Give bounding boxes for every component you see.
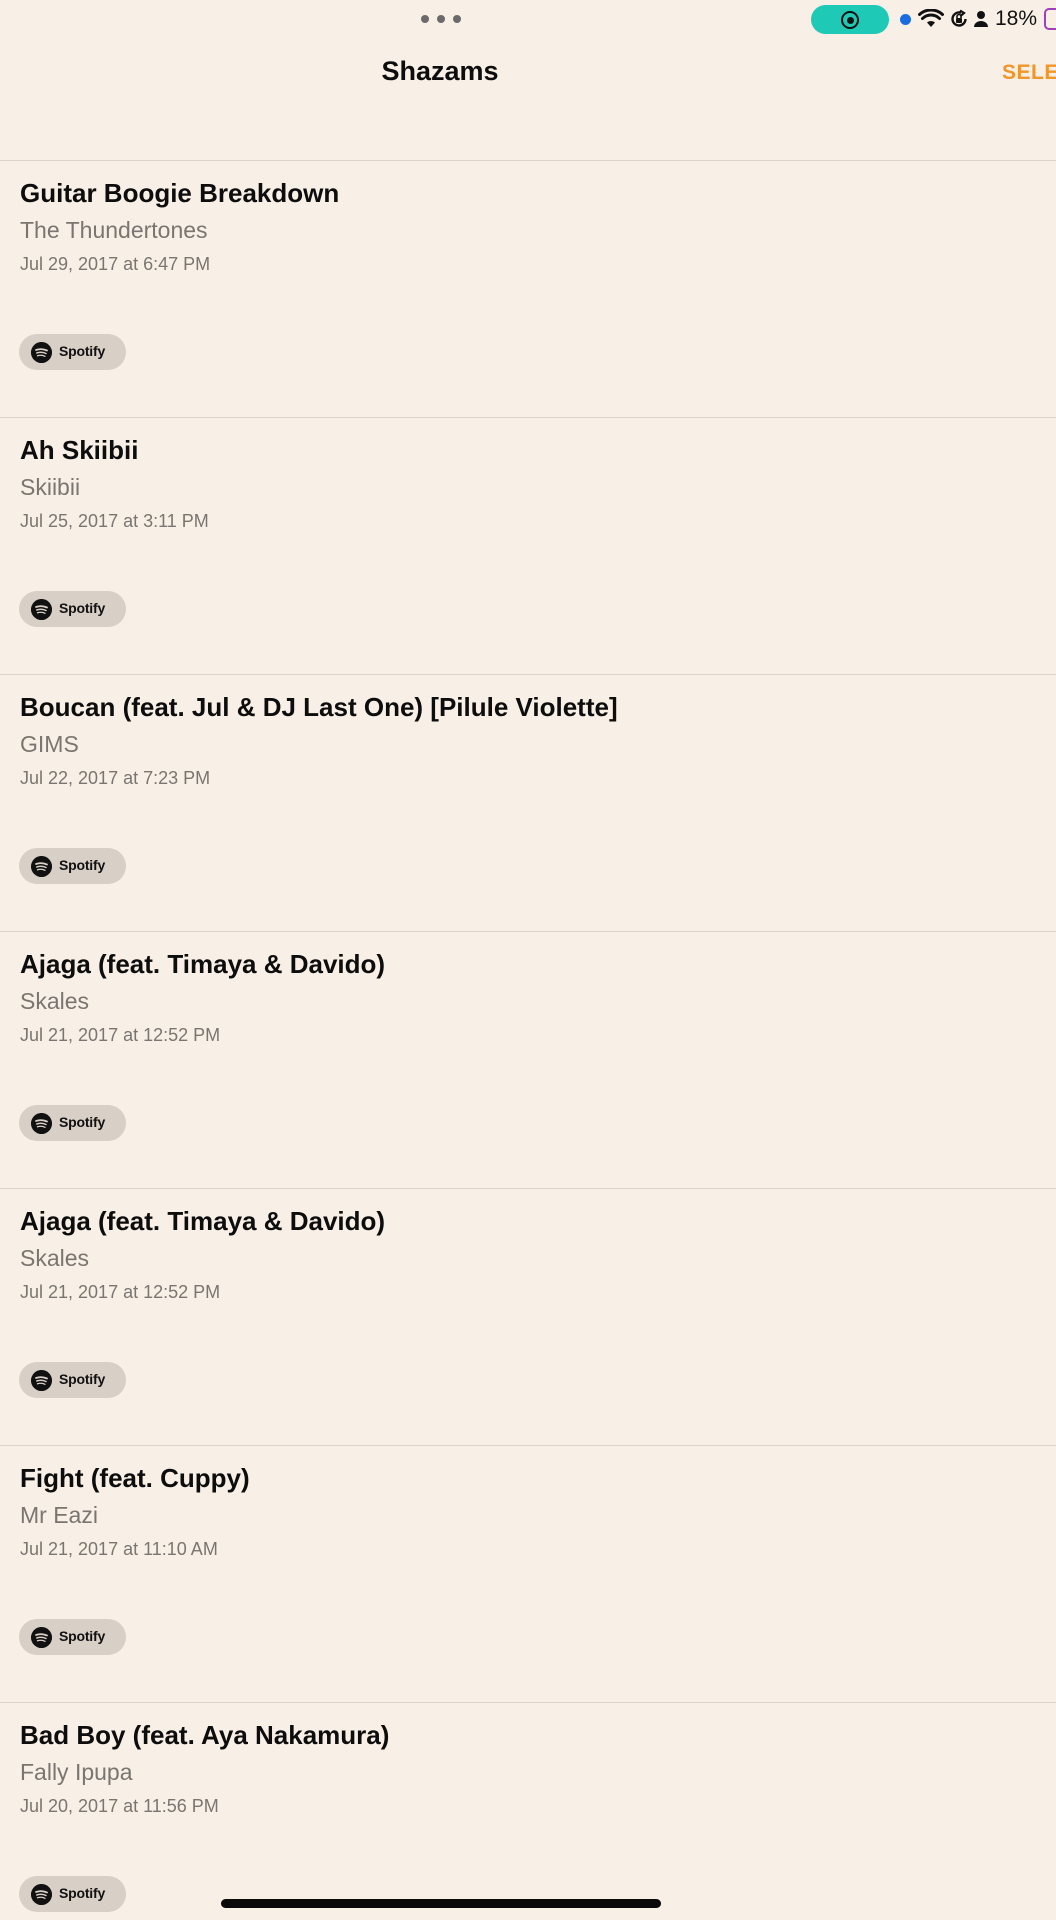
- track-date: Jul 21, 2017 at 11:10 AM: [20, 1539, 218, 1559]
- spotify-button[interactable]: Spotify: [19, 1105, 126, 1141]
- list-item[interactable]: Ajaga (feat. Timaya & Davido) Skales Jul…: [0, 931, 1056, 1188]
- spotify-label: Spotify: [59, 600, 106, 616]
- track-title: Ajaga (feat. Timaya & Davido): [20, 1206, 386, 1236]
- spotify-logo-icon: [31, 1627, 52, 1648]
- track-artist: GIMS: [20, 731, 79, 757]
- spotify-button[interactable]: Spotify: [19, 1362, 126, 1398]
- spotify-label: Spotify: [59, 343, 106, 359]
- track-artist: Mr Eazi: [20, 1502, 98, 1528]
- spotify-label: Spotify: [59, 1628, 106, 1644]
- spotify-logo-icon: [31, 1884, 52, 1905]
- track-title: Ajaga (feat. Timaya & Davido): [20, 949, 386, 979]
- spotify-logo-icon: [31, 1370, 52, 1391]
- battery-icon: [1044, 8, 1056, 30]
- multitasking-dots-icon[interactable]: [421, 13, 461, 25]
- spotify-label: Spotify: [59, 857, 106, 873]
- track-artist: Skales: [20, 988, 90, 1014]
- list-item[interactable]: Bad Boy (feat. Aya Nakamura) Fally Ipupa…: [0, 1702, 1056, 1920]
- spotify-label: Spotify: [59, 1371, 106, 1387]
- spotify-button[interactable]: Spotify: [19, 334, 126, 370]
- home-indicator[interactable]: [221, 1899, 661, 1908]
- spotify-label: Spotify: [59, 1114, 106, 1130]
- track-date: Jul 25, 2017 at 3:11 PM: [20, 511, 209, 531]
- wifi-icon: [918, 9, 944, 27]
- spotify-logo-icon: [31, 856, 52, 877]
- spotify-button[interactable]: Spotify: [19, 1619, 126, 1655]
- spotify-logo-icon: [31, 599, 52, 620]
- mic-indicator-icon: [900, 14, 911, 25]
- list-item[interactable]: Ah Skiibii Skiibii Jul 25, 2017 at 3:11 …: [0, 417, 1056, 674]
- track-artist: Skales: [20, 1245, 90, 1271]
- list-item[interactable]: Boucan (feat. Jul & DJ Last One) [Pilule…: [0, 674, 1056, 931]
- list-item[interactable]: Fight (feat. Cuppy) Mr Eazi Jul 21, 2017…: [0, 1445, 1056, 1702]
- track-title: Ah Skiibii: [20, 435, 139, 465]
- list-item[interactable]: Guitar Boogie Breakdown The Thundertones…: [0, 160, 1056, 417]
- shazams-screen: 18% Shazams SELE Guitar Boogie Breakdown…: [0, 0, 1056, 1920]
- select-button[interactable]: SELE: [1002, 61, 1056, 85]
- status-bar: 18%: [0, 0, 1056, 40]
- list-item[interactable]: Ajaga (feat. Timaya & Davido) Skales Jul…: [0, 1188, 1056, 1445]
- track-title: Guitar Boogie Breakdown: [20, 178, 340, 208]
- track-date: Jul 22, 2017 at 7:23 PM: [20, 768, 211, 788]
- screen-recording-icon[interactable]: [811, 5, 889, 34]
- spotify-button[interactable]: Spotify: [19, 591, 126, 627]
- track-artist: The Thundertones: [20, 217, 208, 243]
- track-date: Jul 29, 2017 at 6:47 PM: [20, 254, 211, 274]
- track-date: Jul 21, 2017 at 12:52 PM: [20, 1282, 221, 1302]
- spotify-logo-icon: [31, 342, 52, 363]
- track-date: Jul 21, 2017 at 12:52 PM: [20, 1025, 221, 1045]
- spotify-logo-icon: [31, 1113, 52, 1134]
- track-title: Fight (feat. Cuppy): [20, 1463, 250, 1493]
- orientation-lock-icon: [951, 9, 967, 27]
- battery-percent: 18%: [995, 7, 1038, 30]
- spotify-label: Spotify: [59, 1885, 106, 1901]
- track-title: Boucan (feat. Jul & DJ Last One) [Pilule…: [20, 692, 618, 722]
- person-icon: [974, 11, 988, 27]
- track-date: Jul 20, 2017 at 11:56 PM: [20, 1796, 219, 1816]
- page-title: Shazams: [381, 56, 499, 86]
- track-artist: Fally Ipupa: [20, 1759, 133, 1785]
- shazam-list: Guitar Boogie Breakdown The Thundertones…: [0, 160, 1056, 1920]
- track-artist: Skiibii: [20, 474, 81, 500]
- track-title: Bad Boy (feat. Aya Nakamura): [20, 1720, 390, 1750]
- spotify-button[interactable]: Spotify: [19, 1876, 126, 1912]
- spotify-button[interactable]: Spotify: [19, 848, 126, 884]
